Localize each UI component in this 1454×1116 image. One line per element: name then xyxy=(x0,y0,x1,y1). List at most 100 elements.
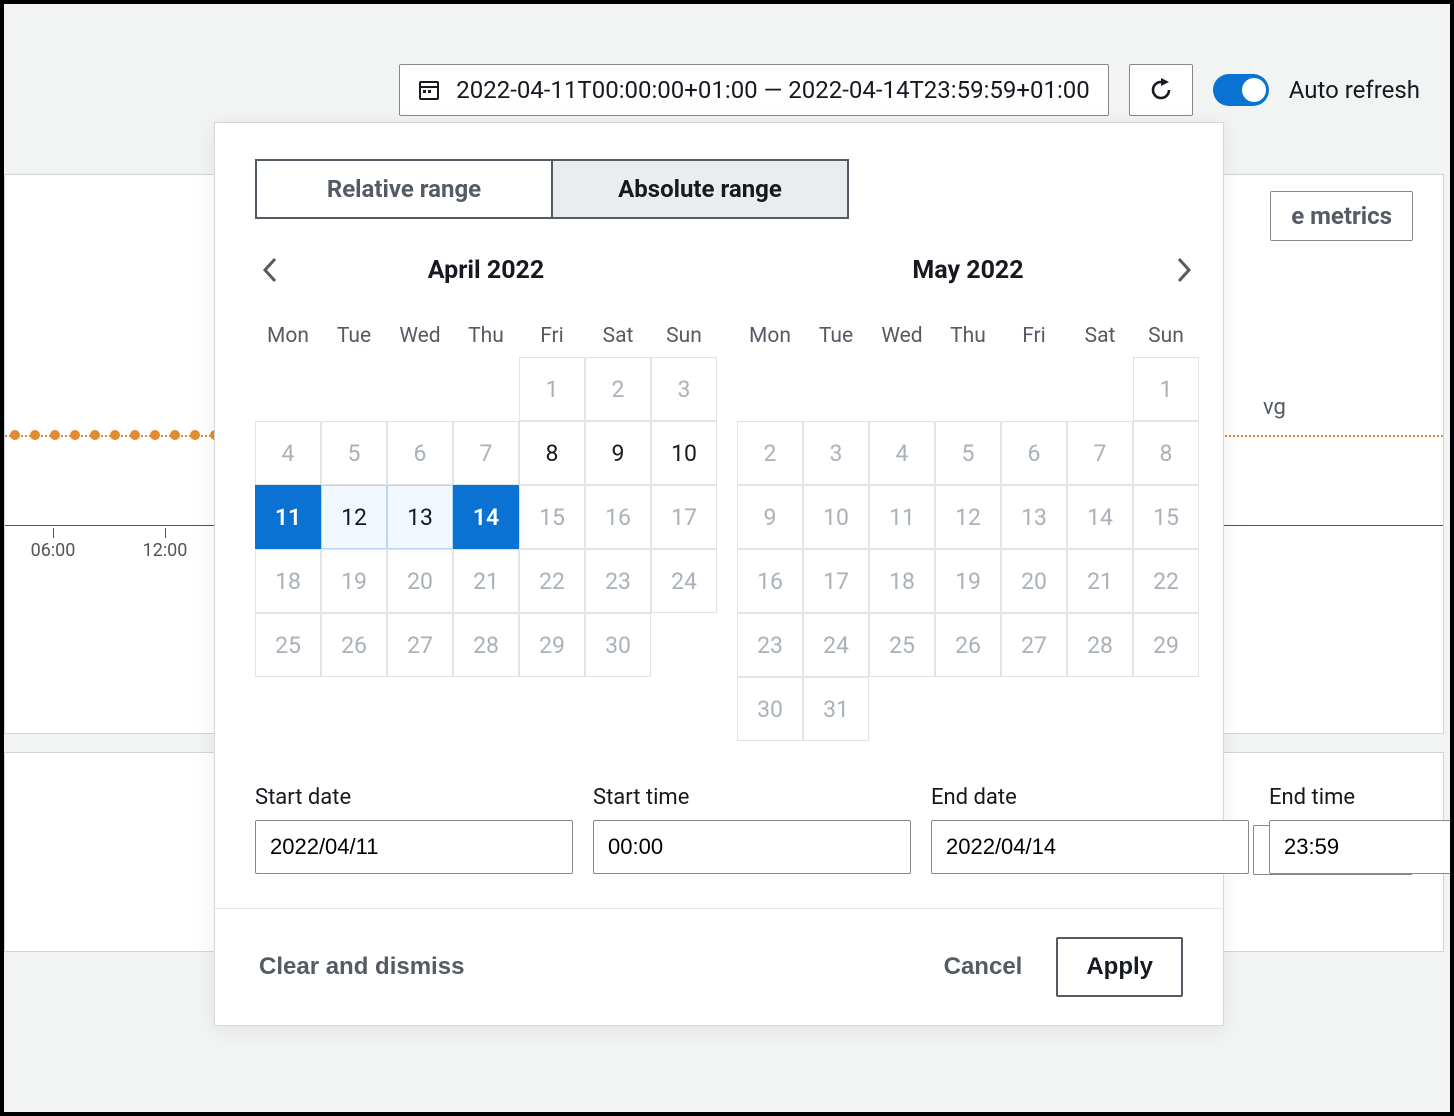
calendar-day[interactable]: 31 xyxy=(803,677,869,741)
end-time-input[interactable] xyxy=(1269,820,1454,874)
calendar-day[interactable]: 4 xyxy=(869,421,935,485)
calendar-day[interactable]: 16 xyxy=(737,549,803,613)
calendar-cell-empty xyxy=(1067,357,1133,421)
calendar-day[interactable]: 1 xyxy=(1133,357,1199,421)
calendar-day[interactable]: 30 xyxy=(737,677,803,741)
calendar-day[interactable]: 2 xyxy=(585,357,651,421)
date-range-trigger[interactable]: 2022-04-11T00:00:00+01:00 — 2022-04-14T2… xyxy=(399,64,1109,116)
weekday-header: Tue xyxy=(803,315,869,357)
calendar-day[interactable]: 29 xyxy=(519,613,585,677)
calendar-day[interactable]: 20 xyxy=(387,549,453,613)
start-time-input[interactable] xyxy=(593,820,911,874)
calendar-cell-empty xyxy=(321,357,387,421)
calendar-day[interactable]: 17 xyxy=(651,485,717,549)
calendar-day[interactable]: 3 xyxy=(651,357,717,421)
weekday-header: Tue xyxy=(321,315,387,357)
calendar-day[interactable]: 28 xyxy=(453,613,519,677)
calendar-day[interactable]: 7 xyxy=(1067,421,1133,485)
calendar-day[interactable]: 27 xyxy=(387,613,453,677)
calendar-day[interactable]: 8 xyxy=(519,421,585,485)
start-date-input[interactable] xyxy=(255,820,573,874)
auto-refresh-label: Auto refresh xyxy=(1289,76,1420,104)
calendar-day[interactable]: 10 xyxy=(651,421,717,485)
calendar-day[interactable]: 14 xyxy=(453,485,519,549)
calendar-day[interactable]: 14 xyxy=(1067,485,1133,549)
calendar-day[interactable]: 29 xyxy=(1133,613,1199,677)
calendar-day[interactable]: 30 xyxy=(585,613,651,677)
calendar-day[interactable]: 23 xyxy=(737,613,803,677)
calendar-day[interactable]: 13 xyxy=(1001,485,1067,549)
calendar-day[interactable]: 18 xyxy=(255,549,321,613)
calendar-day[interactable]: 24 xyxy=(651,549,717,613)
calendar-day[interactable]: 28 xyxy=(1067,613,1133,677)
calendar-day[interactable]: 6 xyxy=(1001,421,1067,485)
calendar-day[interactable]: 3 xyxy=(803,421,869,485)
calendar-day[interactable]: 13 xyxy=(387,485,453,549)
calendar-right-title: May 2022 xyxy=(912,256,1023,285)
tab-relative[interactable]: Relative range xyxy=(257,161,551,217)
calendar-day[interactable]: 19 xyxy=(935,549,1001,613)
weekday-header: Fri xyxy=(519,315,585,357)
calendar-day[interactable]: 26 xyxy=(935,613,1001,677)
chevron-left-icon xyxy=(262,257,278,283)
calendar-day[interactable]: 17 xyxy=(803,549,869,613)
calendar-day[interactable]: 12 xyxy=(321,485,387,549)
weekday-header: Mon xyxy=(737,315,803,357)
calendar-day[interactable]: 4 xyxy=(255,421,321,485)
prev-month-button[interactable] xyxy=(255,255,285,285)
calendar-day[interactable]: 20 xyxy=(1001,549,1067,613)
calendar-day[interactable]: 8 xyxy=(1133,421,1199,485)
calendar-day[interactable]: 10 xyxy=(803,485,869,549)
calendar-day[interactable]: 11 xyxy=(255,485,321,549)
calendar-day[interactable]: 6 xyxy=(387,421,453,485)
calendar-day[interactable]: 25 xyxy=(255,613,321,677)
calendar-day[interactable]: 19 xyxy=(321,549,387,613)
calendar-day[interactable]: 24 xyxy=(803,613,869,677)
calendar-day[interactable]: 15 xyxy=(1133,485,1199,549)
end-time-label: End time xyxy=(1269,785,1454,810)
metrics-button[interactable]: e metrics xyxy=(1270,191,1413,241)
refresh-button[interactable] xyxy=(1129,64,1193,116)
calendar-day[interactable]: 15 xyxy=(519,485,585,549)
axis-tick-label: 06:00 xyxy=(31,540,76,561)
calendar-day[interactable]: 22 xyxy=(519,549,585,613)
weekday-header: Sat xyxy=(585,315,651,357)
apply-button[interactable]: Apply xyxy=(1056,937,1183,997)
clear-dismiss-button[interactable]: Clear and dismiss xyxy=(255,947,468,987)
calendar-day[interactable]: 25 xyxy=(869,613,935,677)
calendar-day[interactable]: 2 xyxy=(737,421,803,485)
calendar-day[interactable]: 5 xyxy=(321,421,387,485)
calendar-day[interactable]: 27 xyxy=(1001,613,1067,677)
calendar-icon xyxy=(418,79,440,101)
calendar-day[interactable]: 18 xyxy=(869,549,935,613)
cancel-button[interactable]: Cancel xyxy=(940,947,1027,987)
calendar-day[interactable]: 9 xyxy=(585,421,651,485)
calendar-right: May 2022 MonTueWedThuFriSatSun1234567891… xyxy=(737,245,1199,741)
legend-fragment: vg xyxy=(1263,395,1286,420)
calendar-day[interactable]: 16 xyxy=(585,485,651,549)
end-date-field: End date xyxy=(931,785,1249,874)
auto-refresh-toggle[interactable] xyxy=(1213,74,1269,106)
end-date-input[interactable] xyxy=(931,820,1249,874)
calendar-day[interactable]: 1 xyxy=(519,357,585,421)
calendar-cell-empty xyxy=(803,357,869,421)
weekday-header: Sun xyxy=(651,315,717,357)
calendar-day[interactable]: 11 xyxy=(869,485,935,549)
chart-dots xyxy=(5,427,225,443)
tab-absolute[interactable]: Absolute range xyxy=(551,161,847,217)
calendar-day[interactable]: 5 xyxy=(935,421,1001,485)
end-date-label: End date xyxy=(931,785,1249,810)
next-month-button[interactable] xyxy=(1169,255,1199,285)
calendar-day[interactable]: 26 xyxy=(321,613,387,677)
toolbar: 2022-04-11T00:00:00+01:00 — 2022-04-14T2… xyxy=(399,64,1420,116)
calendar-day[interactable]: 7 xyxy=(453,421,519,485)
weekday-header: Wed xyxy=(869,315,935,357)
date-range-text: 2022-04-11T00:00:00+01:00 — 2022-04-14T2… xyxy=(456,76,1090,104)
calendar-day[interactable]: 12 xyxy=(935,485,1001,549)
calendar-day[interactable]: 23 xyxy=(585,549,651,613)
calendar-day[interactable]: 22 xyxy=(1133,549,1199,613)
calendar-cell-empty xyxy=(935,357,1001,421)
calendar-day[interactable]: 21 xyxy=(1067,549,1133,613)
calendar-day[interactable]: 21 xyxy=(453,549,519,613)
calendar-day[interactable]: 9 xyxy=(737,485,803,549)
